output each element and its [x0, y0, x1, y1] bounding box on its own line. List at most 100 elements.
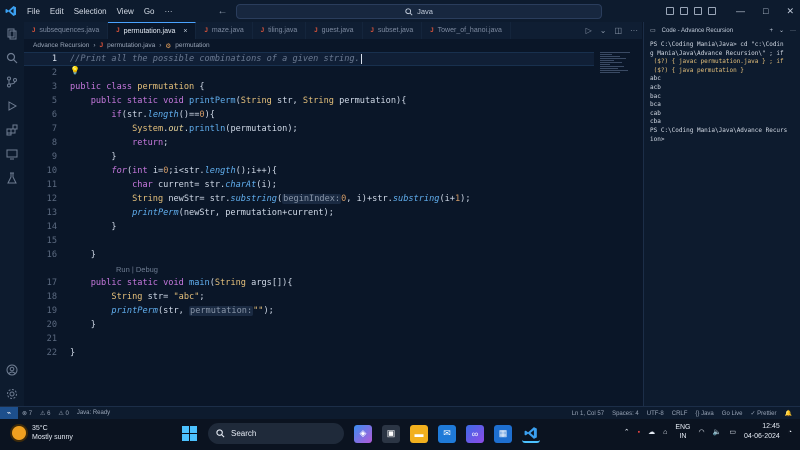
prettier-status[interactable]: ✓ Prettier — [746, 410, 780, 417]
problems-info[interactable]: ⚠ 0 — [54, 410, 72, 417]
code-line[interactable]: 6 if(str.length()==0){ — [24, 108, 594, 122]
extensions-icon[interactable] — [0, 118, 24, 142]
chevron-down-icon[interactable]: ⌄ — [600, 26, 607, 35]
remote-indicator-icon[interactable]: ⌁ — [0, 406, 18, 420]
code-line[interactable]: 2 — [24, 66, 594, 80]
breadcrumb-file[interactable]: permutation.java — [107, 42, 155, 49]
code-line[interactable]: 8 return; — [24, 136, 594, 150]
close-tab-icon[interactable]: × — [183, 28, 187, 35]
breadcrumb-symbol[interactable]: permutation — [175, 42, 209, 49]
code-line[interactable]: 5 public static void printPerm(String st… — [24, 94, 594, 108]
explorer-icon[interactable] — [0, 22, 24, 46]
toggle-sidebar-icon[interactable] — [666, 7, 675, 15]
chevron-down-icon[interactable]: ⌄ — [779, 27, 784, 34]
more-actions-icon[interactable]: ··· — [630, 26, 638, 35]
battery-icon[interactable]: ▭ — [729, 428, 736, 436]
code-line[interactable]: 10 for(int i=0;i<str.length();i++){ — [24, 164, 594, 178]
tray-app-icon[interactable]: ▪ — [638, 429, 640, 436]
code-line[interactable]: 4public class permutation { — [24, 80, 594, 94]
mail-icon[interactable]: ✉ — [438, 424, 456, 443]
code-line[interactable]: 20 } — [24, 318, 594, 332]
settings-gear-icon[interactable] — [0, 382, 24, 406]
go-live-button[interactable]: Go Live — [718, 411, 747, 417]
codelens-run-debug[interactable]: Run | Debug — [24, 262, 594, 276]
minimize-button[interactable]: — — [736, 6, 745, 17]
wifi-icon[interactable]: ◠ — [699, 428, 705, 436]
code-line[interactable]: 16 } — [24, 248, 594, 262]
menu-view[interactable]: View — [112, 7, 139, 16]
testing-icon[interactable] — [0, 166, 24, 190]
terminal-output[interactable]: PS C:\Coding Mania\Java> cd "c:\Codin g … — [644, 39, 800, 146]
menu-edit[interactable]: Edit — [45, 7, 69, 16]
run-file-icon[interactable]: ▷ — [586, 26, 592, 35]
new-terminal-icon[interactable]: + — [769, 28, 773, 34]
close-window-button[interactable]: ✕ — [786, 6, 794, 17]
weather-widget[interactable]: 35°C Mostly sunny — [12, 424, 73, 442]
tab-guest[interactable]: Jguest.java — [306, 22, 363, 39]
toggle-secondary-sidebar-icon[interactable] — [694, 7, 703, 15]
remote-explorer-icon[interactable] — [0, 142, 24, 166]
code-line[interactable]: 21 — [24, 332, 594, 346]
code-editor[interactable]: 1//Print all the possible combinations o… — [24, 52, 604, 406]
chevron-up-icon[interactable]: ⌃ — [624, 428, 630, 436]
menu-file[interactable]: File — [22, 7, 45, 16]
code-line[interactable]: 11 char current= str.charAt(i); — [24, 178, 594, 192]
tab-permutation[interactable]: Jpermutation.java × — [108, 22, 197, 39]
code-line[interactable]: 9 } — [24, 150, 594, 164]
run-debug-icon[interactable] — [0, 94, 24, 118]
network-icon[interactable]: ⌂ — [663, 429, 667, 436]
notifications-bell-icon[interactable]: 🔔 — [781, 410, 796, 417]
visual-studio-icon[interactable]: ∞ — [466, 424, 484, 443]
encoding[interactable]: UTF-8 — [643, 411, 668, 417]
menu-more[interactable]: ··· — [159, 7, 177, 16]
volume-icon[interactable]: 🔈 — [713, 428, 722, 436]
file-explorer-icon[interactable]: ▬ — [410, 424, 428, 443]
terminal-title[interactable]: Code - Advance Recursion — [662, 28, 733, 34]
indentation[interactable]: Spaces: 4 — [608, 411, 643, 417]
taskbar-search[interactable]: Search — [208, 423, 344, 444]
code-line[interactable] — [24, 360, 594, 374]
code-line[interactable]: 22} — [24, 346, 594, 360]
problems-warnings[interactable]: ⚠ 6 — [36, 410, 54, 417]
line-ending[interactable]: CRLF — [668, 411, 692, 417]
account-icon[interactable] — [0, 358, 24, 382]
cloud-icon[interactable]: ☁ — [648, 428, 655, 436]
code-line[interactable]: 15 — [24, 234, 594, 248]
tab-tower-of-hanoi[interactable]: J Tower_of_hanoi.java — [422, 22, 511, 39]
start-button[interactable] — [180, 425, 198, 443]
search-icon[interactable] — [0, 46, 24, 70]
customize-layout-icon[interactable] — [708, 7, 717, 15]
copilot-icon[interactable]: ◈ — [354, 424, 372, 443]
java-status[interactable]: Java: Ready — [73, 410, 114, 416]
menu-go[interactable]: Go — [139, 7, 160, 16]
code-line[interactable]: 14 } — [24, 220, 594, 234]
cursor-position[interactable]: Ln 1, Col 57 — [568, 411, 608, 417]
code-line[interactable]: 13 printPerm(newStr, permutation+current… — [24, 206, 594, 220]
vscode-taskbar-icon[interactable] — [522, 425, 540, 443]
tab-maze[interactable]: Jmaze.java — [196, 22, 253, 39]
minimap[interactable] — [600, 52, 636, 82]
back-arrow-icon[interactable]: ← — [217, 6, 227, 17]
more-actions-icon[interactable]: ··· — [790, 28, 800, 34]
breadcrumb-folder[interactable]: Advance Recursion — [33, 42, 89, 49]
command-center-search[interactable]: Java — [236, 4, 602, 19]
source-control-icon[interactable] — [0, 70, 24, 94]
notification-icon[interactable]: ◔ — [788, 429, 792, 436]
code-line[interactable]: 7 System.out.println(permutation); — [24, 122, 594, 136]
code-line[interactable]: 18 String str= "abc"; — [24, 290, 594, 304]
tab-tiling[interactable]: Jtiling.java — [253, 22, 307, 39]
language-indicator[interactable]: ENG IN — [675, 423, 690, 441]
task-view-icon[interactable]: ▣ — [382, 424, 400, 443]
problems-errors[interactable]: ⊗ 7 — [18, 410, 36, 417]
store-icon[interactable]: ▦ — [494, 424, 512, 443]
menu-selection[interactable]: Selection — [69, 7, 112, 16]
code-line[interactable]: 12 String newStr= str.substring(beginInd… — [24, 192, 594, 206]
maximize-button[interactable]: □ — [763, 6, 768, 17]
code-line[interactable]: 19 printPerm(str, permutation:""); — [24, 304, 594, 318]
tab-subset[interactable]: Jsubset.java — [363, 22, 423, 39]
clock[interactable]: 12:45 04-06-2024 — [744, 422, 780, 442]
code-line[interactable]: 17 public static void main(String args[]… — [24, 276, 594, 290]
split-editor-icon[interactable]: ◫ — [614, 26, 622, 35]
language-mode[interactable]: {} Java — [691, 411, 717, 417]
tab-subsequences[interactable]: Jsubsequences.java — [24, 22, 109, 39]
